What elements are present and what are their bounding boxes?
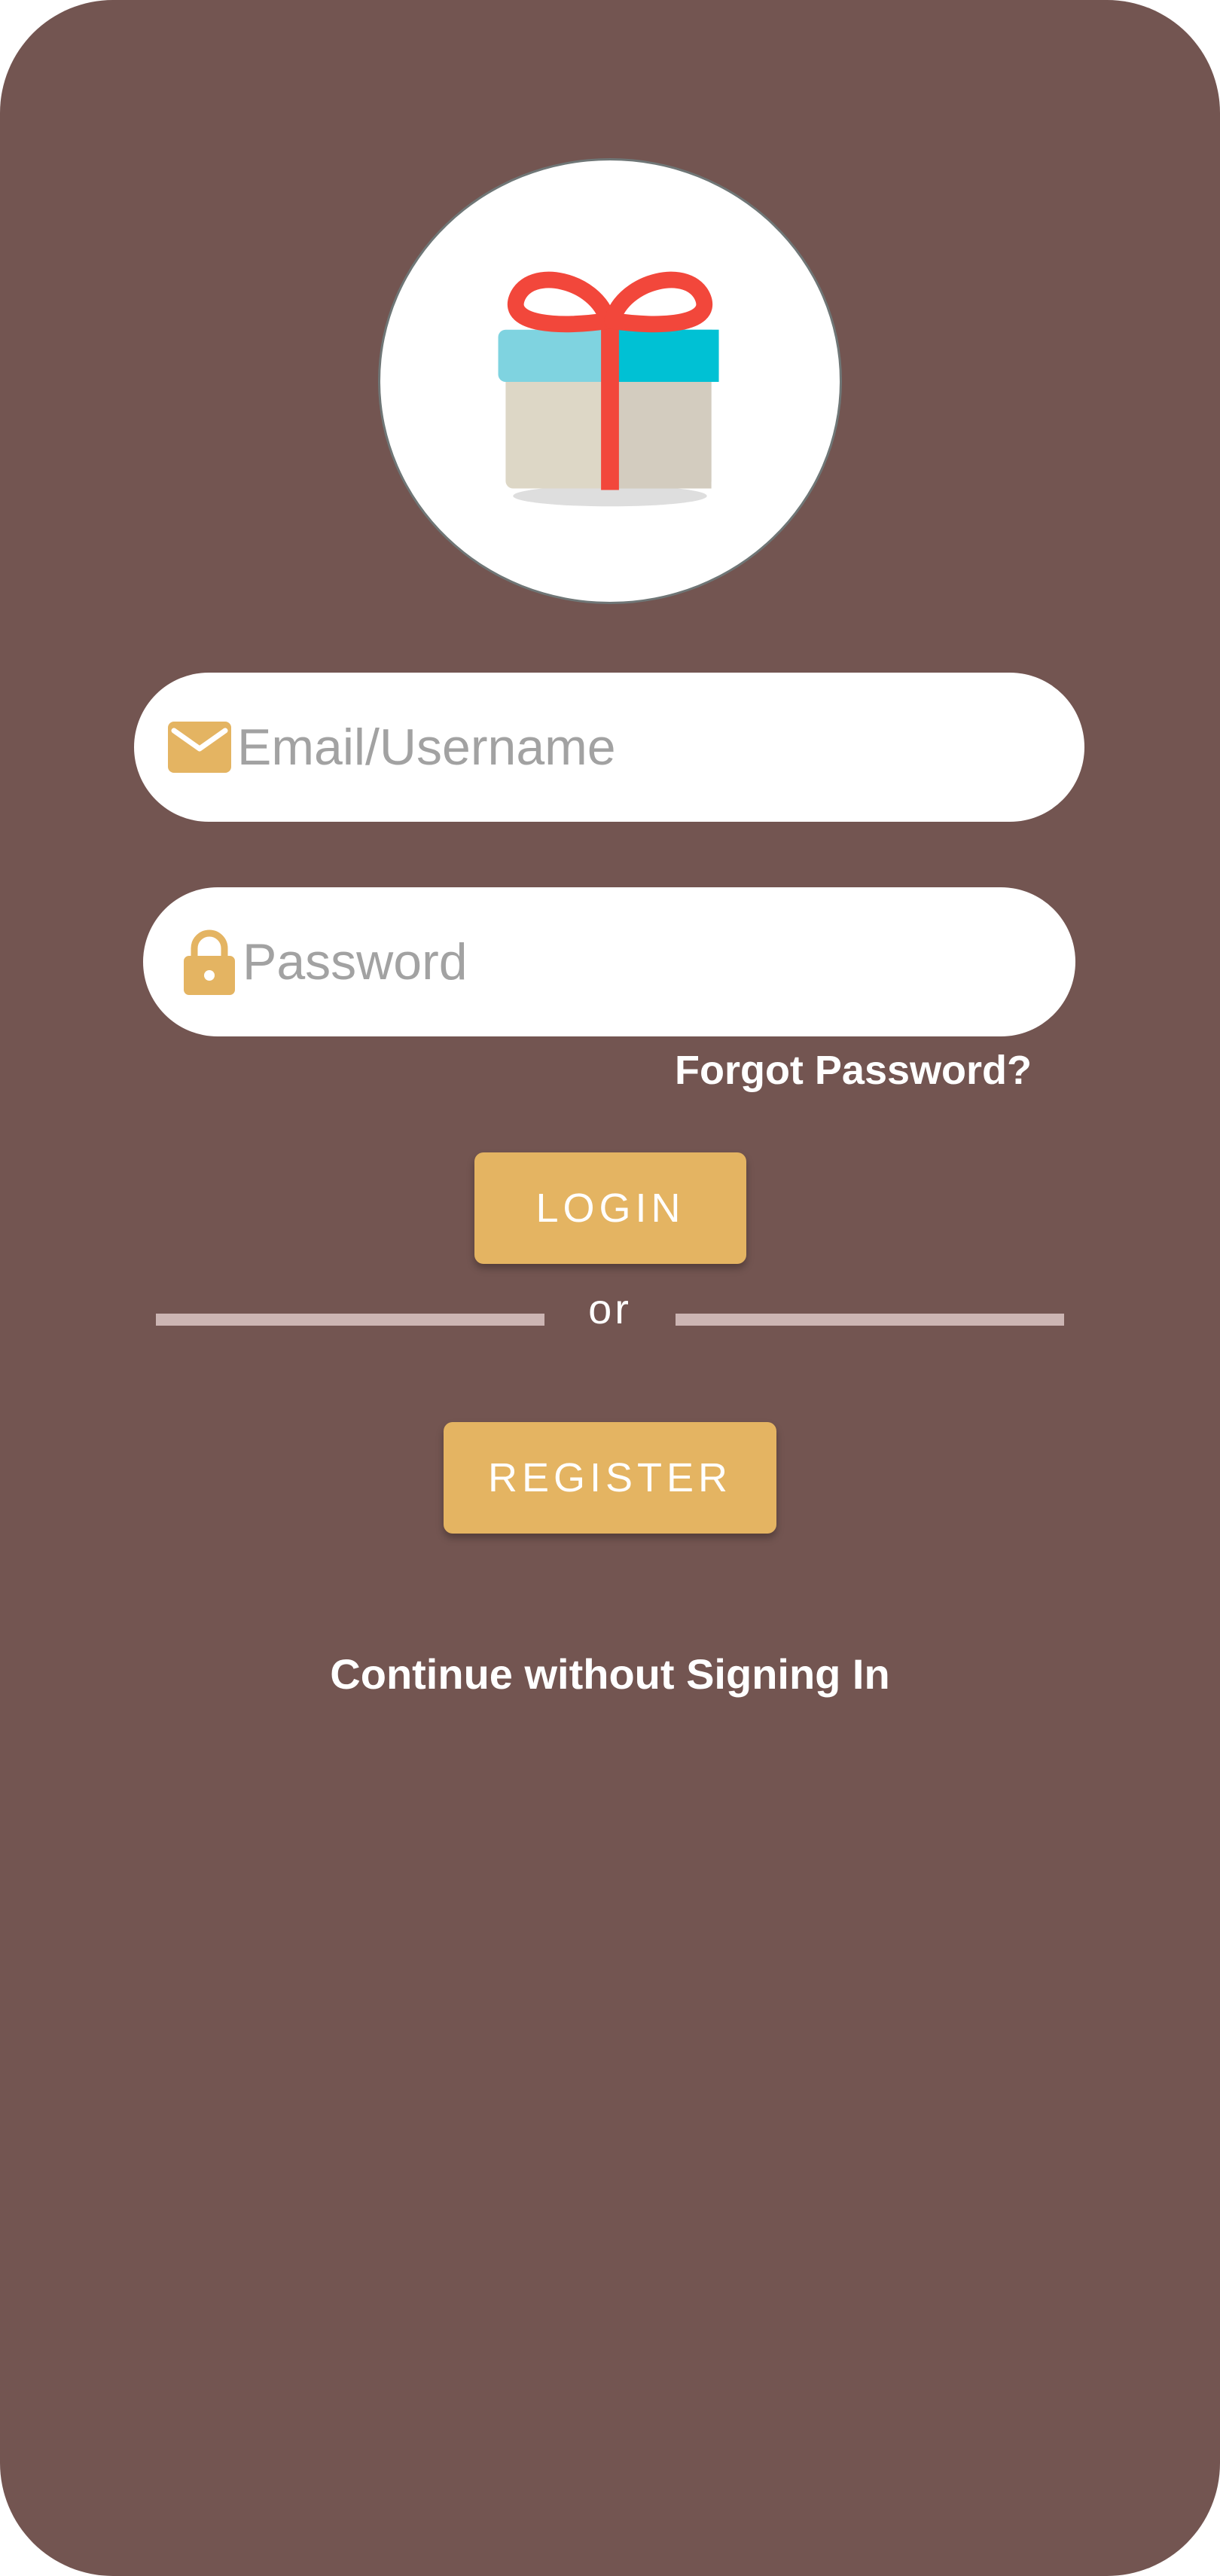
forgot-password-link[interactable]: Forgot Password?: [663, 1047, 1032, 1094]
lock-icon: [184, 929, 235, 995]
or-separator: or: [588, 1285, 632, 1332]
email-input[interactable]: [237, 718, 990, 777]
login-screen: Forgot Password? LOGIN or REGISTER Conti…: [0, 0, 1220, 2576]
divider-right: [676, 1314, 1064, 1326]
email-field[interactable]: [134, 673, 1084, 822]
gift-icon: [498, 271, 719, 507]
continue-without-signing-in-link[interactable]: Continue without Signing In: [233, 1650, 987, 1699]
divider-left: [156, 1314, 544, 1326]
password-input[interactable]: [242, 932, 996, 991]
mail-icon: [168, 722, 231, 773]
password-field[interactable]: [143, 887, 1075, 1036]
register-button[interactable]: REGISTER: [444, 1422, 776, 1534]
login-button[interactable]: LOGIN: [474, 1152, 746, 1264]
app-logo: [378, 158, 842, 604]
